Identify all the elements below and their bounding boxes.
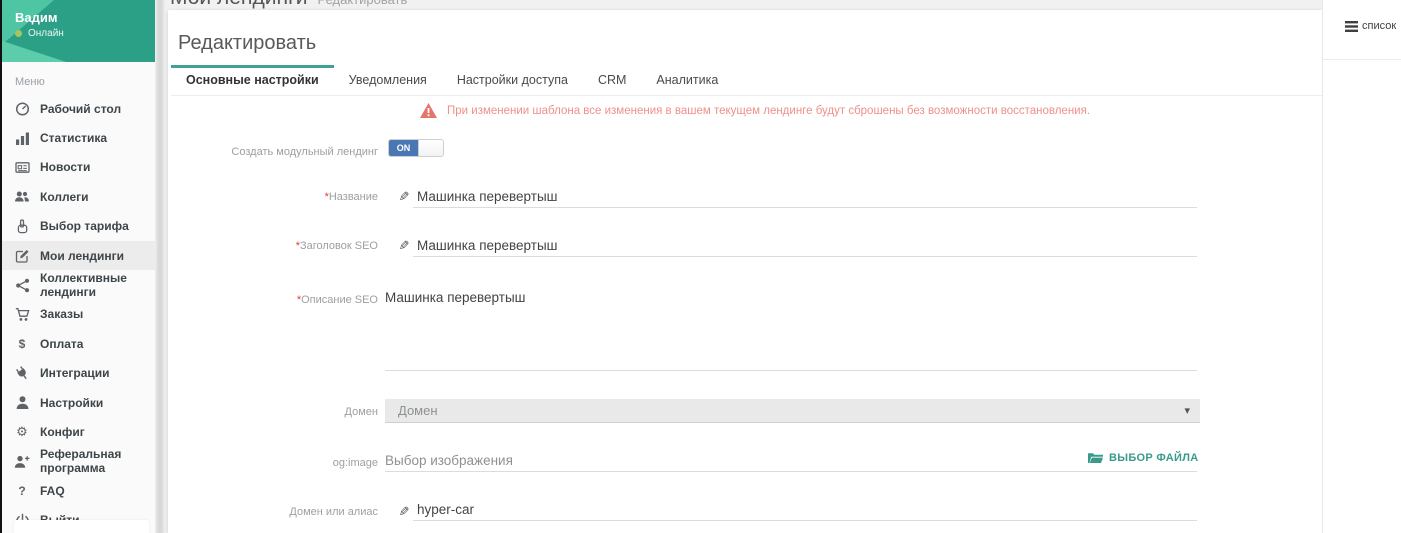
tab-bar: Основные настройки Уведомления Настройки… — [171, 65, 1322, 96]
sidebar-item-statistics[interactable]: Статистика — [2, 123, 155, 152]
warning-icon — [420, 103, 437, 118]
sidebar-bottom-panel — [14, 520, 149, 533]
faq-icon: ? — [14, 483, 30, 499]
domain-alias-input[interactable] — [413, 499, 1197, 521]
og-image-input[interactable] — [385, 450, 1197, 472]
warning-banner: При изменении шаблона все изменения в ва… — [420, 103, 1090, 118]
sidebar-item-label: Статистика — [40, 131, 107, 145]
stats-icon — [14, 130, 30, 146]
seo-title-input[interactable] — [413, 235, 1197, 257]
sidebar-item-tariff[interactable]: Выбор тарифа — [2, 212, 155, 241]
folder-icon — [1088, 452, 1103, 464]
sidebar-item-label: Настройки — [40, 396, 103, 410]
tab-main-settings[interactable]: Основные настройки — [171, 65, 334, 95]
sidebar-item-colleagues[interactable]: Коллеги — [2, 182, 155, 211]
seo-description-label: *Описание SEO — [168, 293, 378, 307]
domain-select[interactable]: Домен ▾ — [385, 399, 1200, 423]
integrations-icon — [14, 365, 30, 381]
right-panel: список — [1322, 0, 1401, 533]
modular-landing-toggle[interactable]: ON — [388, 139, 444, 157]
sidebar-item-label: Оплата — [40, 337, 83, 351]
sidebar-item-faq[interactable]: ? FAQ — [2, 476, 155, 505]
tab-analytics[interactable]: Аналитика — [641, 65, 733, 95]
sidebar-item-label: Заказы — [40, 307, 83, 321]
list-view-button[interactable]: список — [1345, 20, 1396, 32]
sidebar-item-orders[interactable]: Заказы — [2, 300, 155, 329]
warning-text: При изменении шаблона все изменения в ва… — [447, 105, 1090, 117]
name-label: *Название — [168, 190, 378, 204]
sidebar-item-label: Мои лендинги — [40, 249, 124, 263]
sidebar-item-label: Новости — [40, 160, 90, 174]
list-view-label: список — [1362, 20, 1396, 32]
sidebar-item-collective-landings[interactable]: Коллективные лендинги — [2, 270, 155, 299]
name-input[interactable] — [413, 186, 1197, 208]
payment-icon: $ — [14, 336, 30, 352]
sidebar-item-label: Коллективные лендинги — [40, 271, 155, 299]
sidebar-item-label: Конфиг — [40, 425, 85, 439]
user-status-label: Онлайн — [28, 28, 64, 39]
colleagues-icon — [14, 189, 30, 205]
orders-icon — [14, 306, 30, 322]
sidebar: Вадим Онлайн Меню Рабочий стол Статистик… — [2, 0, 155, 533]
list-icon — [1345, 21, 1358, 32]
sidebar-item-label: Реферальная программа — [40, 447, 155, 475]
seo-title-label: *Заголовок SEO — [168, 239, 378, 253]
dashboard-icon — [14, 101, 30, 117]
pencil-icon: ✎ — [396, 504, 412, 520]
toggle-on-label: ON — [389, 140, 418, 156]
tab-crm[interactable]: CRM — [583, 65, 641, 95]
card-title: Редактировать — [178, 32, 316, 55]
sidebar-scrollbar[interactable] — [155, 0, 165, 533]
sidebar-item-news[interactable]: Новости — [2, 153, 155, 182]
collective-landings-icon — [14, 277, 30, 293]
domain-select-placeholder: Домен — [398, 403, 438, 418]
choose-file-label: ВЫБОР ФАЙЛА — [1109, 452, 1199, 464]
domain-label: Домен — [168, 405, 378, 419]
sidebar-item-settings[interactable]: Настройки — [2, 388, 155, 417]
sidebar-user-header: Вадим Онлайн — [2, 0, 155, 62]
tab-access-settings[interactable]: Настройки доступа — [442, 65, 583, 95]
online-dot-icon — [15, 30, 22, 37]
toggle-knob — [418, 140, 443, 156]
sidebar-item-integrations[interactable]: Интеграции — [2, 359, 155, 388]
right-panel-header: список — [1323, 0, 1401, 60]
sidebar-menu: Рабочий стол Статистика Новости Коллеги — [2, 94, 155, 533]
sidebar-item-label: Рабочий стол — [40, 102, 121, 116]
sidebar-item-label: Коллеги — [40, 190, 89, 204]
sidebar-item-referral[interactable]: Реферальная программа — [2, 447, 155, 476]
sidebar-item-dashboard[interactable]: Рабочий стол — [2, 94, 155, 123]
edit-card: Редактировать Основные настройки Уведомл… — [168, 10, 1322, 533]
domain-alias-label: Домен или алиас — [168, 505, 378, 519]
seo-description-textarea[interactable]: Машинка перевертыш — [385, 289, 1197, 371]
menu-section-label: Меню — [2, 62, 155, 94]
sidebar-item-my-landings[interactable]: Мои лендинги — [2, 241, 155, 270]
tab-notifications[interactable]: Уведомления — [334, 65, 442, 95]
sidebar-item-label: Интеграции — [40, 366, 110, 380]
user-status: Онлайн — [15, 28, 64, 39]
pencil-icon: ✎ — [396, 238, 412, 254]
tariff-icon — [14, 218, 30, 234]
sidebar-item-label: Выбор тарифа — [40, 219, 129, 233]
sidebar-item-payment[interactable]: $ Оплата — [2, 329, 155, 358]
breadcrumb: Мои лендинги Редактировать — [170, 0, 407, 10]
page-title: Мои лендинги — [170, 0, 307, 10]
referral-icon — [14, 453, 30, 469]
modular-landing-label: Создать модульный лендинг — [168, 145, 378, 159]
pencil-icon: ✎ — [396, 189, 412, 205]
user-name: Вадим — [15, 10, 57, 25]
choose-file-button[interactable]: ВЫБОР ФАЙЛА — [1088, 452, 1199, 464]
settings-icon — [14, 395, 30, 411]
my-landings-icon — [14, 248, 30, 264]
og-image-label: og:image — [168, 456, 378, 470]
caret-down-icon: ▾ — [1184, 404, 1190, 417]
sidebar-item-config[interactable]: ⚙ Конфиг — [2, 417, 155, 446]
config-icon: ⚙ — [14, 424, 30, 440]
breadcrumb-sub: Редактировать — [317, 0, 407, 7]
sidebar-item-label: FAQ — [40, 484, 65, 498]
news-icon — [14, 159, 30, 175]
